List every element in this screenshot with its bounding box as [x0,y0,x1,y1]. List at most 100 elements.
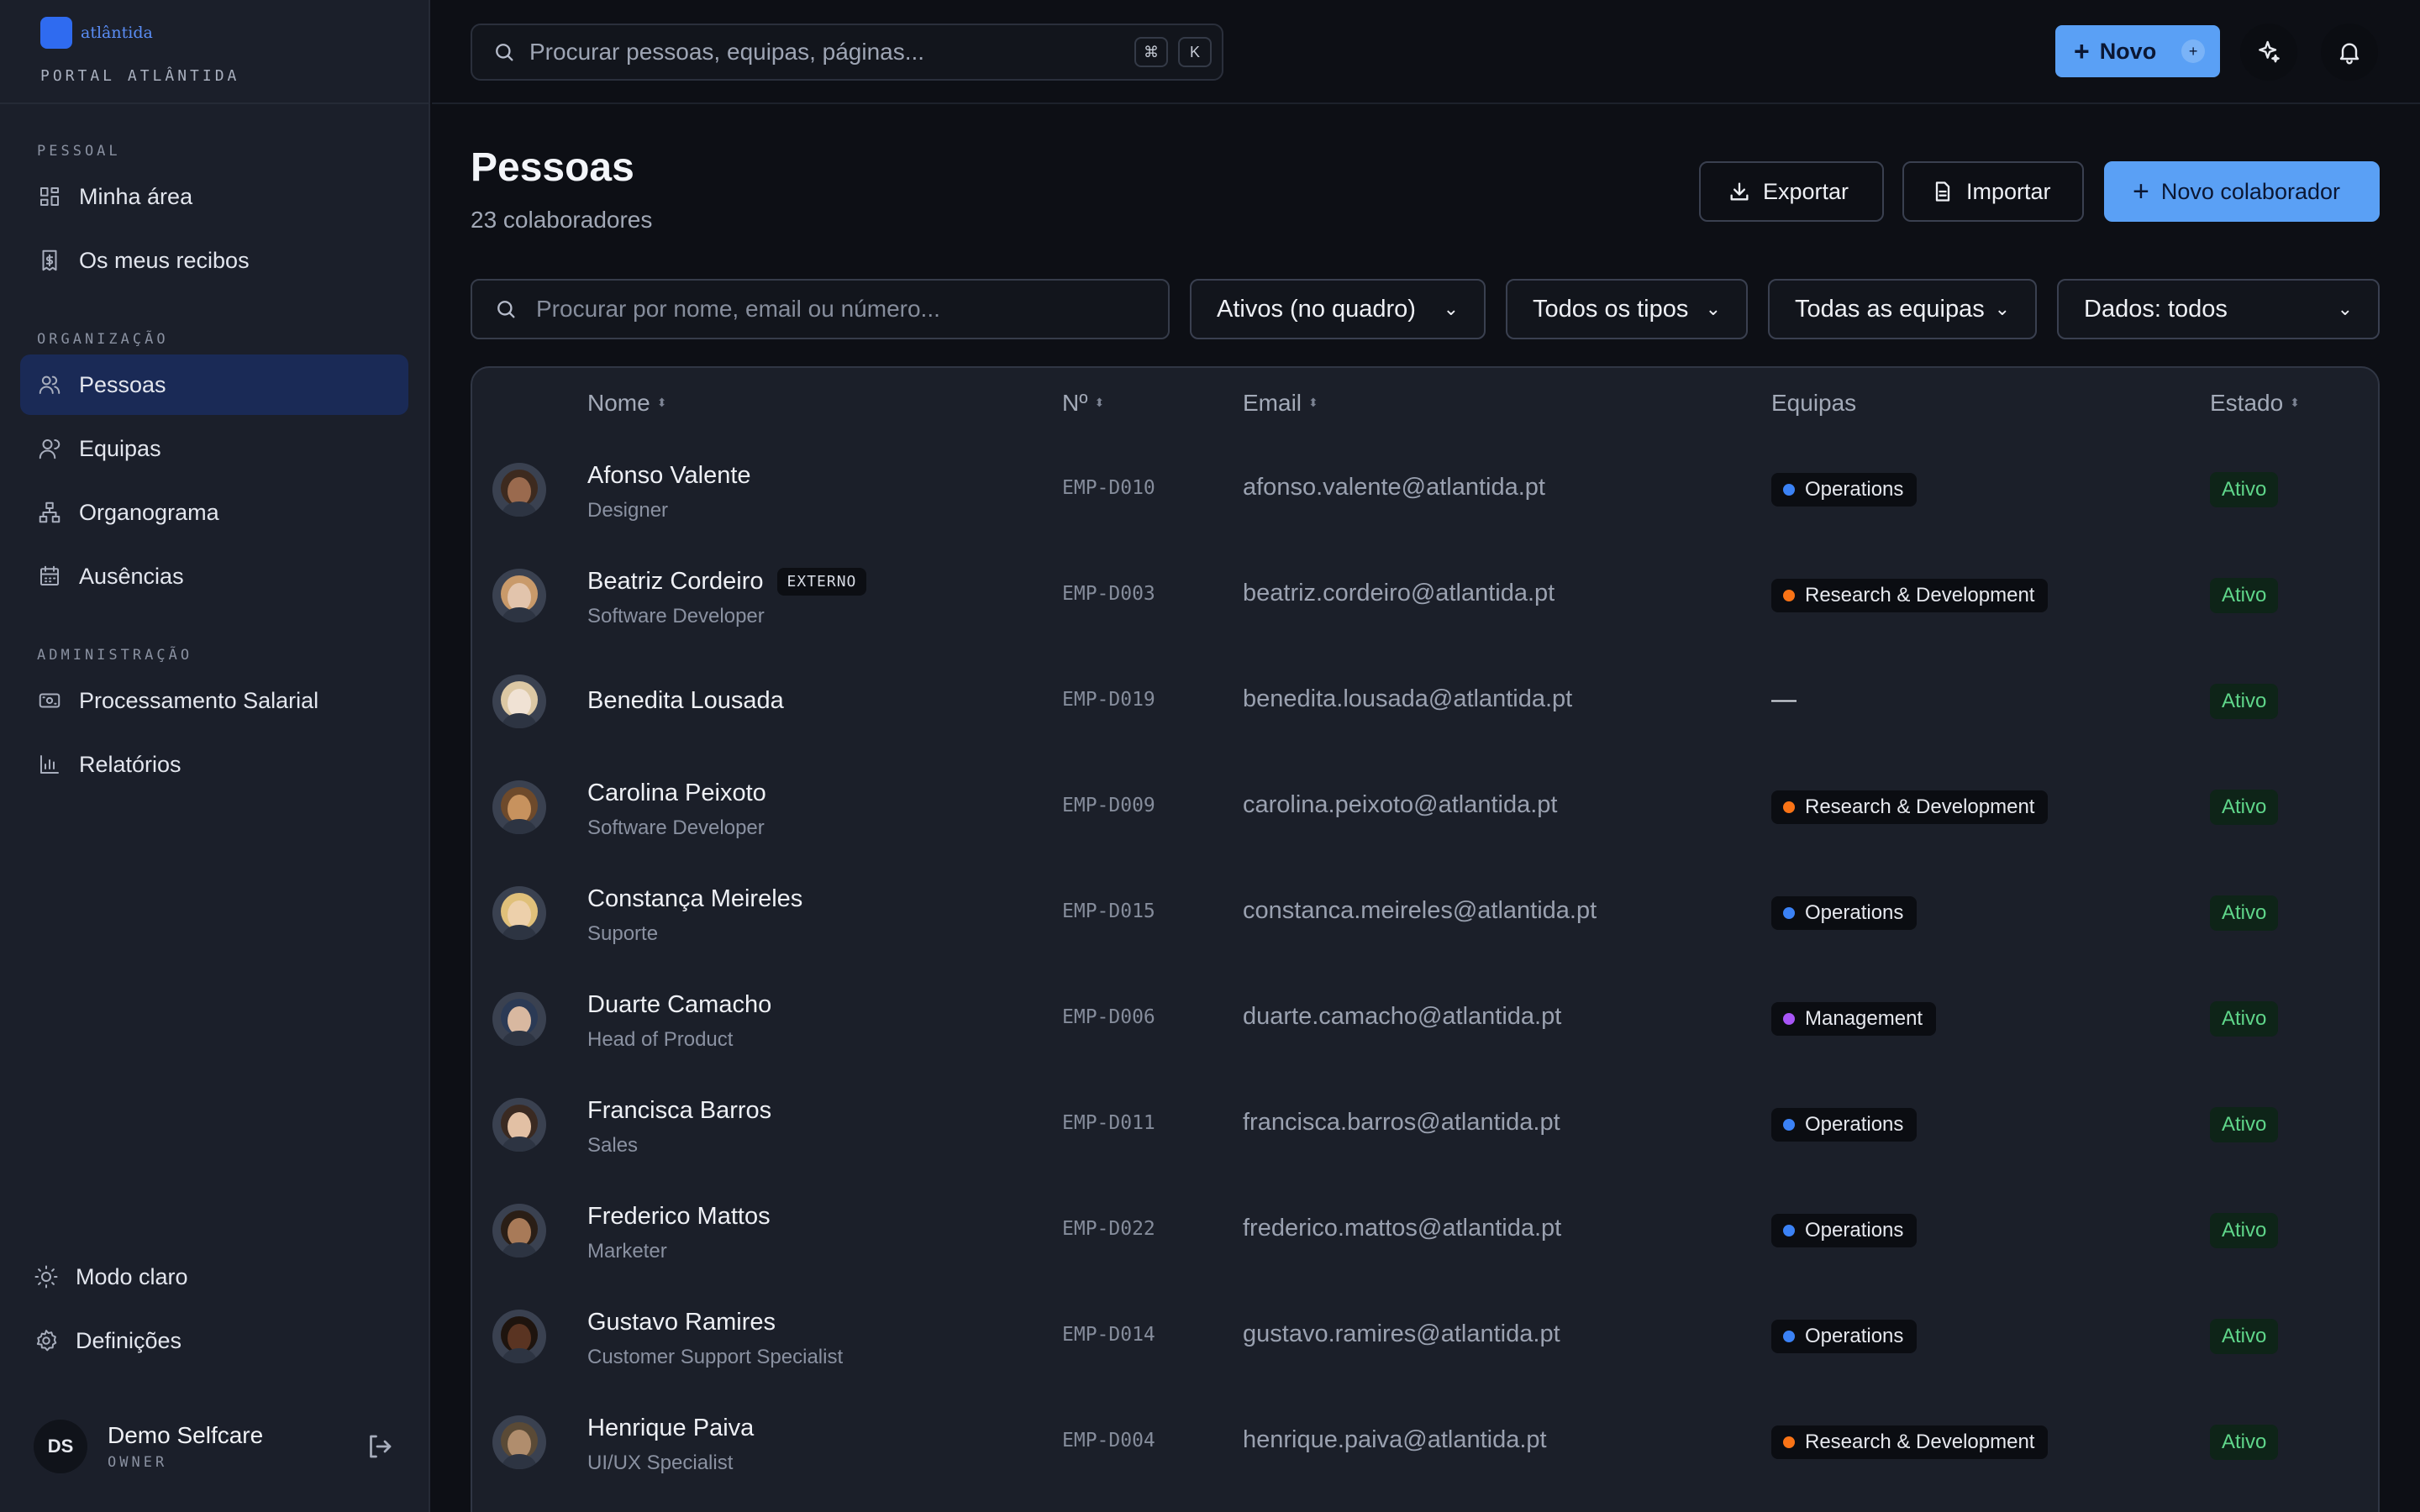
sidebar-item-equipas[interactable]: Equipas [20,418,408,479]
employee-number: EMP-D011 [1062,1112,1155,1134]
sparkle-icon [2259,40,2280,63]
sidebar-item-ausencias[interactable]: Ausências [20,546,408,606]
person-role: Software Developer [587,605,765,627]
team-color-dot [1783,801,1795,813]
user-avatar[interactable]: DS [34,1420,87,1473]
data-filter-select[interactable]: Dados: todos ⌄ [2057,279,2380,339]
table-row[interactable]: Constança Meireles Suporte EMP-D015 constan… [472,860,2378,966]
page-title: Pessoas [471,145,634,190]
new-collaborator-button[interactable]: + Novo colaborador [2104,161,2380,222]
avatar [492,886,546,940]
status-filter-select[interactable]: Ativos (no quadro) ⌄ [1190,279,1486,339]
employee-number: EMP-D010 [1062,477,1155,499]
sidebar-item-modo-claro[interactable]: Modo claro [20,1247,408,1307]
brand-logo-icon[interactable] [40,17,72,49]
global-search-input[interactable]: Procurar pessoas, equipas, páginas... ⌘ … [471,24,1223,81]
person-email: constanca.meireles@atlantida.pt [1243,897,1597,924]
person-name[interactable]: Afonso Valente [587,462,751,490]
shortcut-key-cmd: ⌘ [1134,37,1168,67]
notifications-button[interactable] [2321,24,2378,81]
global-search-placeholder: Procurar pessoas, equipas, páginas... [529,39,925,65]
sidebar-nav: PESSOAL Minha área Os meus recibos ORGANIZA… [0,104,429,795]
person-role: Customer Support Specialist [587,1346,844,1368]
sidebar-item-os-meus-recibos[interactable]: Os meus recibos [20,230,408,291]
avatar [492,675,546,728]
logout-icon[interactable] [365,1431,395,1462]
type-filter-select[interactable]: Todos os tipos ⌄ [1506,279,1748,339]
column-header-email[interactable]: Email ⬍ [1243,390,1318,417]
avatar [492,1310,546,1363]
person-name[interactable]: Constança Meireles [587,885,802,913]
table-row[interactable]: Benedita Lousada EMP-D019 benedita.lousada… [472,648,2378,754]
sidebar-item-pessoas[interactable]: Pessoas [20,354,408,415]
person-name[interactable]: Duarte Camacho [587,991,771,1019]
chevron-down-icon: ⌄ [1443,298,1459,319]
table-row[interactable]: Gustavo Ramires Customer Support Speciali… [472,1284,2378,1389]
export-button[interactable]: Exportar [1699,161,1884,222]
employee-number: EMP-D003 [1062,583,1155,605]
no-team-dash: — [1771,685,1797,713]
sidebar-item-definicoes[interactable]: Definições [20,1310,408,1371]
employee-number: EMP-D009 [1062,795,1155,816]
column-header-number[interactable]: Nº ⬍ [1062,390,1104,417]
user-role: OWNER [108,1454,168,1471]
table-row[interactable]: Afonso Valente Designer EMP-D010 afonso.val… [472,437,2378,543]
sort-icon: ⬍ [2290,396,2300,410]
person-name[interactable]: Gustavo Ramires [587,1309,776,1336]
plus-icon: + [2074,35,2090,66]
status-badge: Ativo [2210,578,2279,613]
person-role: UI/UX Specialist [587,1452,734,1474]
sidebar-item-processamento-salarial[interactable]: Processamento Salarial [20,670,408,731]
person-name[interactable]: Beatriz Cordeiro EXTERNO [587,568,867,596]
import-button[interactable]: Importar [1902,161,2084,222]
people-search-input[interactable]: Procurar por nome, email ou número... [471,279,1170,339]
sidebar-item-label: Pessoas [79,371,166,397]
avatar [492,463,546,517]
person-name[interactable]: Francisca Barros [587,1097,771,1125]
status-badge: Ativo [2210,1213,2279,1248]
table-row[interactable]: Duarte Camacho Head of Product EMP-D006 dua… [472,966,2378,1072]
column-header-name[interactable]: Nome ⬍ [587,390,666,417]
calendar-icon [37,564,62,589]
status-badge: Ativo [2210,895,2279,931]
avatar [492,1204,546,1257]
table-row[interactable]: Henrique Paiva UI/UX Specialist EMP-D004 he… [472,1389,2378,1495]
team-color-dot [1783,1013,1795,1025]
sidebar-item-organograma[interactable]: Organograma [20,482,408,543]
ai-assistant-button[interactable] [2240,24,2297,81]
sidebar-bottom: Modo claro Definições [20,1243,408,1371]
employee-number: EMP-D019 [1062,689,1155,711]
export-button-label: Exportar [1763,178,1849,204]
table-row[interactable]: Frederico Mattos Marketer EMP-D022 frederic… [472,1178,2378,1284]
table-row[interactable]: Francisca Barros Sales EMP-D011 francisca.b… [472,1072,2378,1178]
sidebar-item-minha-area[interactable]: Minha área [20,166,408,227]
people-search-placeholder: Procurar por nome, email ou número... [536,296,940,322]
person-email: beatriz.cordeiro@atlantida.pt [1243,580,1555,606]
team-filter-select[interactable]: Todas as equipas ⌄ [1768,279,2037,339]
person-name[interactable]: Frederico Mattos [587,1203,771,1231]
reports-icon [37,752,62,777]
sidebar-item-label: Processamento Salarial [79,687,319,713]
person-email: gustavo.ramires@atlantida.pt [1243,1320,1560,1347]
column-header-status[interactable]: Estado ⬍ [2210,390,2300,417]
table-row[interactable]: Carolina Peixoto Software Developer EMP-D0… [472,754,2378,860]
nav-section-heading: ORGANIZAÇÃO [37,331,169,348]
team-badge: Operations [1771,1108,1918,1142]
person-name[interactable]: Henrique Paiva [587,1415,754,1442]
person-role: Sales [587,1134,639,1157]
sidebar-item-label: Relatórios [79,751,182,777]
team-badge: Research & Development [1771,1425,2049,1459]
status-badge: Ativo [2210,1107,2279,1142]
brand-name[interactable]: atlântida [81,24,153,42]
status-badge: Ativo [2210,684,2279,719]
table-row[interactable]: Beatriz Cordeiro EXTERNO Software Develope… [472,543,2378,648]
new-button[interactable]: + Novo + [2055,25,2220,77]
person-email: afonso.valente@atlantida.pt [1243,474,1545,501]
new-collaborator-label: Novo colaborador [2160,178,2340,204]
sidebar-item-relatorios[interactable]: Relatórios [20,734,408,795]
nav-section-administracao: ADMINISTRAÇÃO Processamento Salarial Relat… [0,630,429,795]
sidebar-item-label: Ausências [79,563,184,589]
person-name[interactable]: Carolina Peixoto [587,780,766,807]
gear-icon [34,1328,59,1353]
person-name[interactable]: Benedita Lousada [587,687,784,715]
